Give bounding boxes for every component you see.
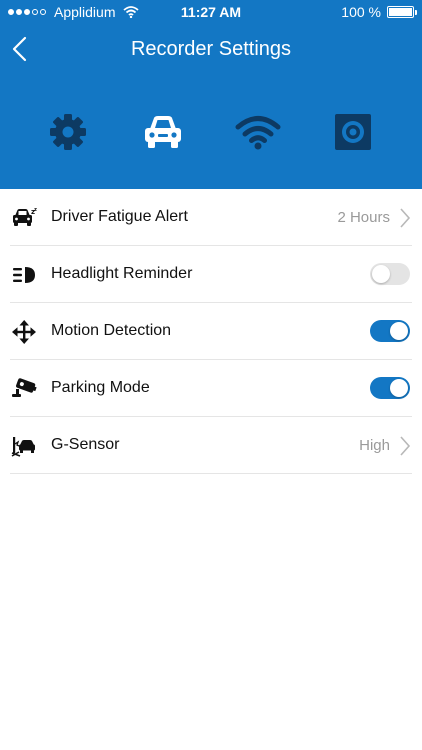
setting-label: Headlight Reminder — [51, 265, 193, 282]
tab-settings[interactable] — [44, 108, 92, 156]
toggle-knob — [372, 265, 390, 283]
page-title: Recorder Settings — [130, 38, 292, 60]
parking-mode-toggle[interactable] — [370, 377, 410, 399]
header: Applidium 11:27 AM 100 % Recorder Settin… — [0, 0, 422, 189]
status-right: 100 % — [341, 4, 417, 20]
battery-icon — [387, 6, 417, 18]
toggle-knob — [390, 322, 408, 340]
tab-bar — [0, 108, 422, 156]
move-arrows-icon — [11, 319, 37, 345]
setting-label: G-Sensor — [51, 436, 120, 453]
chevron-right-icon — [400, 436, 411, 456]
battery-percent: 100 % — [341, 4, 381, 20]
toggle-knob — [390, 379, 408, 397]
nav-bar: Recorder Settings — [0, 24, 422, 74]
setting-row-motion-detection: Motion Detection — [0, 303, 422, 360]
svg-text:z: z — [34, 207, 37, 213]
headlight-icon — [11, 262, 37, 288]
tab-wifi[interactable] — [234, 108, 282, 156]
headlight-reminder-toggle[interactable] — [370, 263, 410, 285]
wifi-icon — [235, 116, 281, 150]
setting-value: 2 Hours — [337, 209, 390, 226]
setting-label: Motion Detection — [51, 322, 172, 339]
setting-row-g-sensor[interactable]: G-Sensor High — [0, 417, 422, 474]
settings-list: z z Driver Fatigue Alert 2 Hours Headlig… — [0, 189, 422, 474]
security-camera-icon — [11, 376, 37, 402]
camera-lens-icon — [335, 114, 371, 150]
gear-icon — [50, 114, 86, 150]
setting-label: Driver Fatigue Alert — [51, 208, 188, 225]
setting-row-headlight-reminder: Headlight Reminder — [0, 246, 422, 303]
tab-car[interactable] — [139, 108, 187, 156]
tab-camera[interactable] — [329, 108, 377, 156]
chevron-right-icon — [400, 208, 411, 228]
car-icon — [145, 116, 181, 148]
status-bar: Applidium 11:27 AM 100 % — [0, 0, 422, 24]
setting-row-driver-fatigue-alert[interactable]: z z Driver Fatigue Alert 2 Hours — [0, 189, 422, 246]
battery-fill — [389, 8, 412, 16]
drowsy-car-icon: z z — [11, 205, 37, 231]
setting-row-parking-mode: Parking Mode — [0, 360, 422, 417]
motion-detection-toggle[interactable] — [370, 320, 410, 342]
setting-value: High — [359, 437, 390, 454]
collision-icon — [11, 433, 37, 459]
setting-label: Parking Mode — [51, 379, 150, 396]
